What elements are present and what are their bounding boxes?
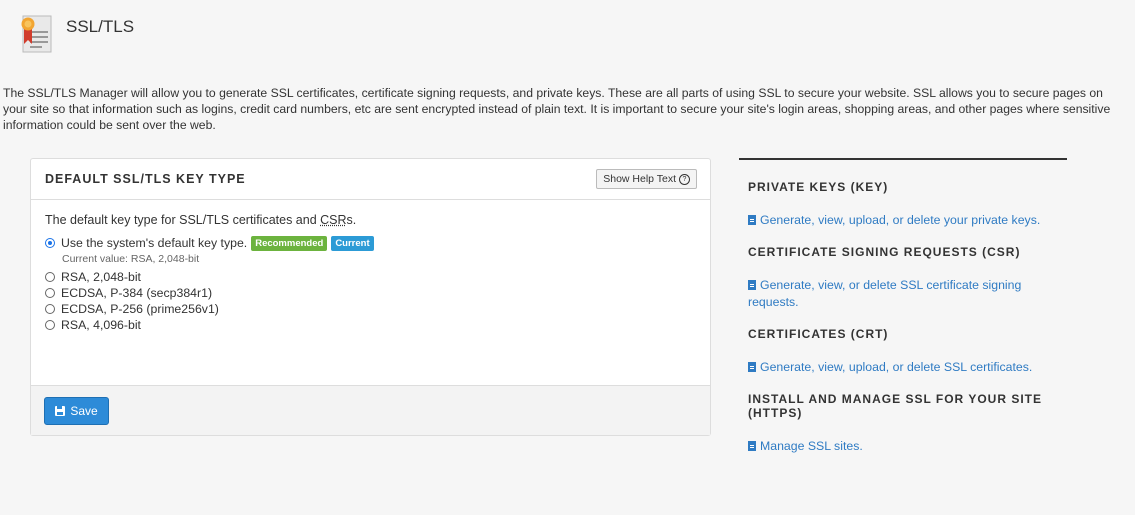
option-label: Use the system's default key type. bbox=[61, 236, 248, 250]
section-title-install-manage: INSTALL AND MANAGE SSL FOR YOUR SITE (HT… bbox=[748, 392, 1043, 420]
panel-body: The default key type for SSL/TLS certifi… bbox=[45, 213, 695, 333]
save-button-label: Save bbox=[70, 404, 98, 418]
section-title-private-keys: PRIVATE KEYS (KEY) bbox=[748, 180, 889, 194]
link-text: Manage SSL sites. bbox=[760, 439, 863, 453]
key-type-description: The default key type for SSL/TLS certifi… bbox=[45, 213, 695, 227]
panel-header: DEFAULT SSL/TLS KEY TYPE Show Help Text … bbox=[31, 159, 710, 200]
description-text: The default key type for SSL/TLS certifi… bbox=[45, 213, 321, 227]
link-certificates[interactable]: Generate, view, upload, or delete SSL ce… bbox=[748, 359, 1048, 376]
document-icon bbox=[748, 215, 756, 225]
option-label: ECDSA, P-256 (prime256v1) bbox=[61, 302, 219, 316]
link-csr[interactable]: Generate, view, or delete SSL certificat… bbox=[748, 277, 1048, 311]
radio-rsa-4096[interactable] bbox=[45, 320, 55, 330]
page-header: SSL/TLS bbox=[0, 0, 1135, 60]
option-ecdsa-p256[interactable]: ECDSA, P-256 (prime256v1) bbox=[45, 301, 695, 317]
default-key-type-panel: DEFAULT SSL/TLS KEY TYPE Show Help Text … bbox=[30, 158, 711, 436]
question-circle-icon: ? bbox=[679, 173, 690, 185]
option-ecdsa-p384[interactable]: ECDSA, P-384 (secp384r1) bbox=[45, 285, 695, 301]
option-rsa-2048[interactable]: RSA, 2,048-bit bbox=[45, 269, 695, 285]
radio-ecdsa-p384[interactable] bbox=[45, 288, 55, 298]
section-title-csr: CERTIFICATE SIGNING REQUESTS (CSR) bbox=[748, 245, 1021, 259]
document-icon bbox=[748, 441, 756, 451]
radio-system-default[interactable] bbox=[45, 238, 55, 248]
radio-rsa-2048[interactable] bbox=[45, 272, 55, 282]
show-help-text-button[interactable]: Show Help Text ? bbox=[596, 169, 697, 189]
panel-title: DEFAULT SSL/TLS KEY TYPE bbox=[45, 172, 246, 186]
document-icon bbox=[748, 362, 756, 372]
recommended-badge: Recommended bbox=[251, 235, 328, 251]
option-label: RSA, 2,048-bit bbox=[61, 270, 141, 284]
radio-ecdsa-p256[interactable] bbox=[45, 304, 55, 314]
floppy-disk-icon bbox=[55, 406, 66, 416]
document-icon bbox=[748, 280, 756, 290]
help-button-label: Show Help Text bbox=[603, 173, 676, 185]
save-button[interactable]: Save bbox=[44, 397, 109, 425]
description-suffix: s. bbox=[346, 213, 357, 227]
link-text: Generate, view, upload, or delete SSL ce… bbox=[760, 360, 1033, 374]
link-text: Generate, view, or delete SSL certificat… bbox=[748, 278, 1022, 309]
panel-footer: Save bbox=[31, 385, 710, 435]
csr-abbreviation: CSR bbox=[320, 213, 347, 227]
current-value-text: Current value: RSA, 2,048-bit bbox=[62, 253, 200, 265]
option-label: RSA, 4,096-bit bbox=[61, 318, 141, 332]
ssl-links-sidebar: PRIVATE KEYS (KEY) Generate, view, uploa… bbox=[739, 158, 1067, 455]
link-private-keys[interactable]: Generate, view, upload, or delete your p… bbox=[748, 212, 1048, 229]
page: SSL/TLS The SSL/TLS Manager will allow y… bbox=[0, 0, 1135, 515]
ssl-certificate-icon bbox=[20, 14, 54, 54]
option-system-default[interactable]: Use the system's default key type. Recom… bbox=[45, 235, 695, 251]
option-label: ECDSA, P-384 (secp384r1) bbox=[61, 286, 213, 300]
option-rsa-4096[interactable]: RSA, 4,096-bit bbox=[45, 317, 695, 333]
current-badge: Current bbox=[331, 235, 374, 251]
page-title: SSL/TLS bbox=[66, 17, 135, 36]
intro-text: The SSL/TLS Manager will allow you to ge… bbox=[3, 86, 1111, 132]
link-manage-ssl-sites[interactable]: Manage SSL sites. bbox=[748, 438, 1048, 455]
link-text: Generate, view, upload, or delete your p… bbox=[760, 213, 1041, 227]
section-title-certificates: CERTIFICATES (CRT) bbox=[748, 327, 889, 341]
